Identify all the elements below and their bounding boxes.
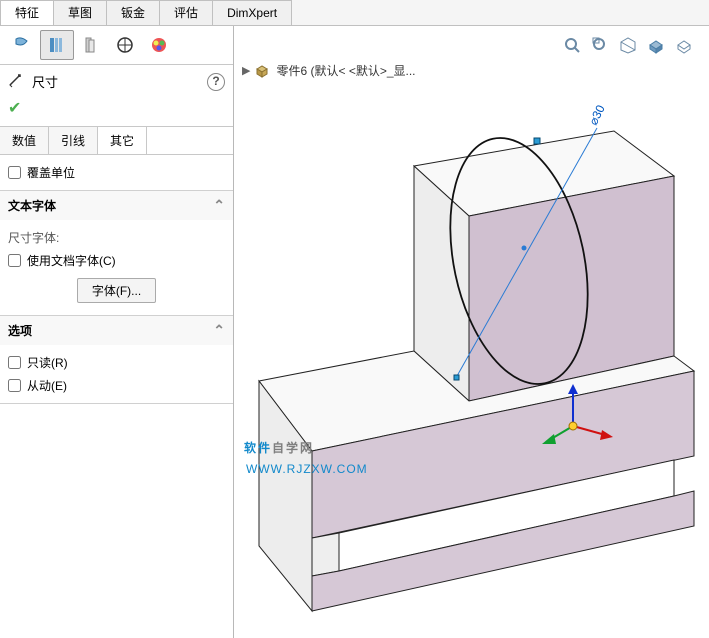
top-tabs: 特征 草图 钣金 评估 DimXpert [0,0,709,26]
dimension-tool-icon [8,71,26,92]
viewport[interactable]: ▶ 零件6 (默认< <默认>_显... [234,26,709,638]
help-icon[interactable]: ? [207,73,225,91]
use-doc-font-checkbox[interactable]: 使用文档字体(C) [8,249,225,272]
watermark-url: WWW.RJZXW.COM [246,462,368,476]
override-units-checkbox[interactable]: 覆盖单位 [8,161,225,184]
tab-dimxpert[interactable]: DimXpert [212,0,292,25]
pm-property-icon[interactable] [40,30,74,60]
driven-checkbox[interactable]: 从动(E) [8,374,225,397]
driven-label: 从动(E) [27,377,67,394]
pm-config-icon[interactable] [74,30,108,60]
subtab-value[interactable]: 数值 [0,127,49,154]
section-textfont-head[interactable]: 文本字体 ⌃ [0,191,233,220]
readonly-label: 只读(R) [27,354,68,371]
tab-evaluate[interactable]: 评估 [159,0,213,25]
section-textfont-title: 文本字体 [8,197,56,214]
caret-up-icon: ⌃ [213,322,225,339]
watermark-text: 软件自学网 [244,426,314,460]
dim-font-label: 尺寸字体: [8,226,225,249]
panel-mode-row [0,26,233,65]
confirm-check-icon[interactable]: ✔ [0,98,233,126]
subtab-other[interactable]: 其它 [98,127,147,154]
pm-dim-icon[interactable] [108,30,142,60]
model-view[interactable]: ⌀30 [234,26,709,638]
use-doc-font-label: 使用文档字体(C) [27,252,116,269]
override-units-label: 覆盖单位 [27,164,75,181]
readonly-checkbox[interactable]: 只读(R) [8,351,225,374]
subtab-leaders[interactable]: 引线 [49,127,98,154]
pm-feature-icon[interactable] [6,30,40,60]
font-button[interactable]: 字体(F)... [77,278,156,303]
tab-sketch[interactable]: 草图 [53,0,107,25]
caret-up-icon: ⌃ [213,197,225,214]
property-subtabs: 数值 引线 其它 [0,126,233,155]
section-options-head[interactable]: 选项 ⌃ [0,316,233,345]
tab-sheetmetal[interactable]: 钣金 [106,0,160,25]
pm-appearance-icon[interactable] [142,30,176,60]
tab-feature[interactable]: 特征 [0,0,54,25]
section-options-title: 选项 [8,322,32,339]
dimension-label[interactable]: ⌀30 [586,102,608,127]
property-panel: 尺寸 ? ✔ 数值 引线 其它 覆盖单位 文本字体 ⌃ 尺寸字体: [0,26,234,638]
panel-title: 尺寸 [32,72,207,91]
